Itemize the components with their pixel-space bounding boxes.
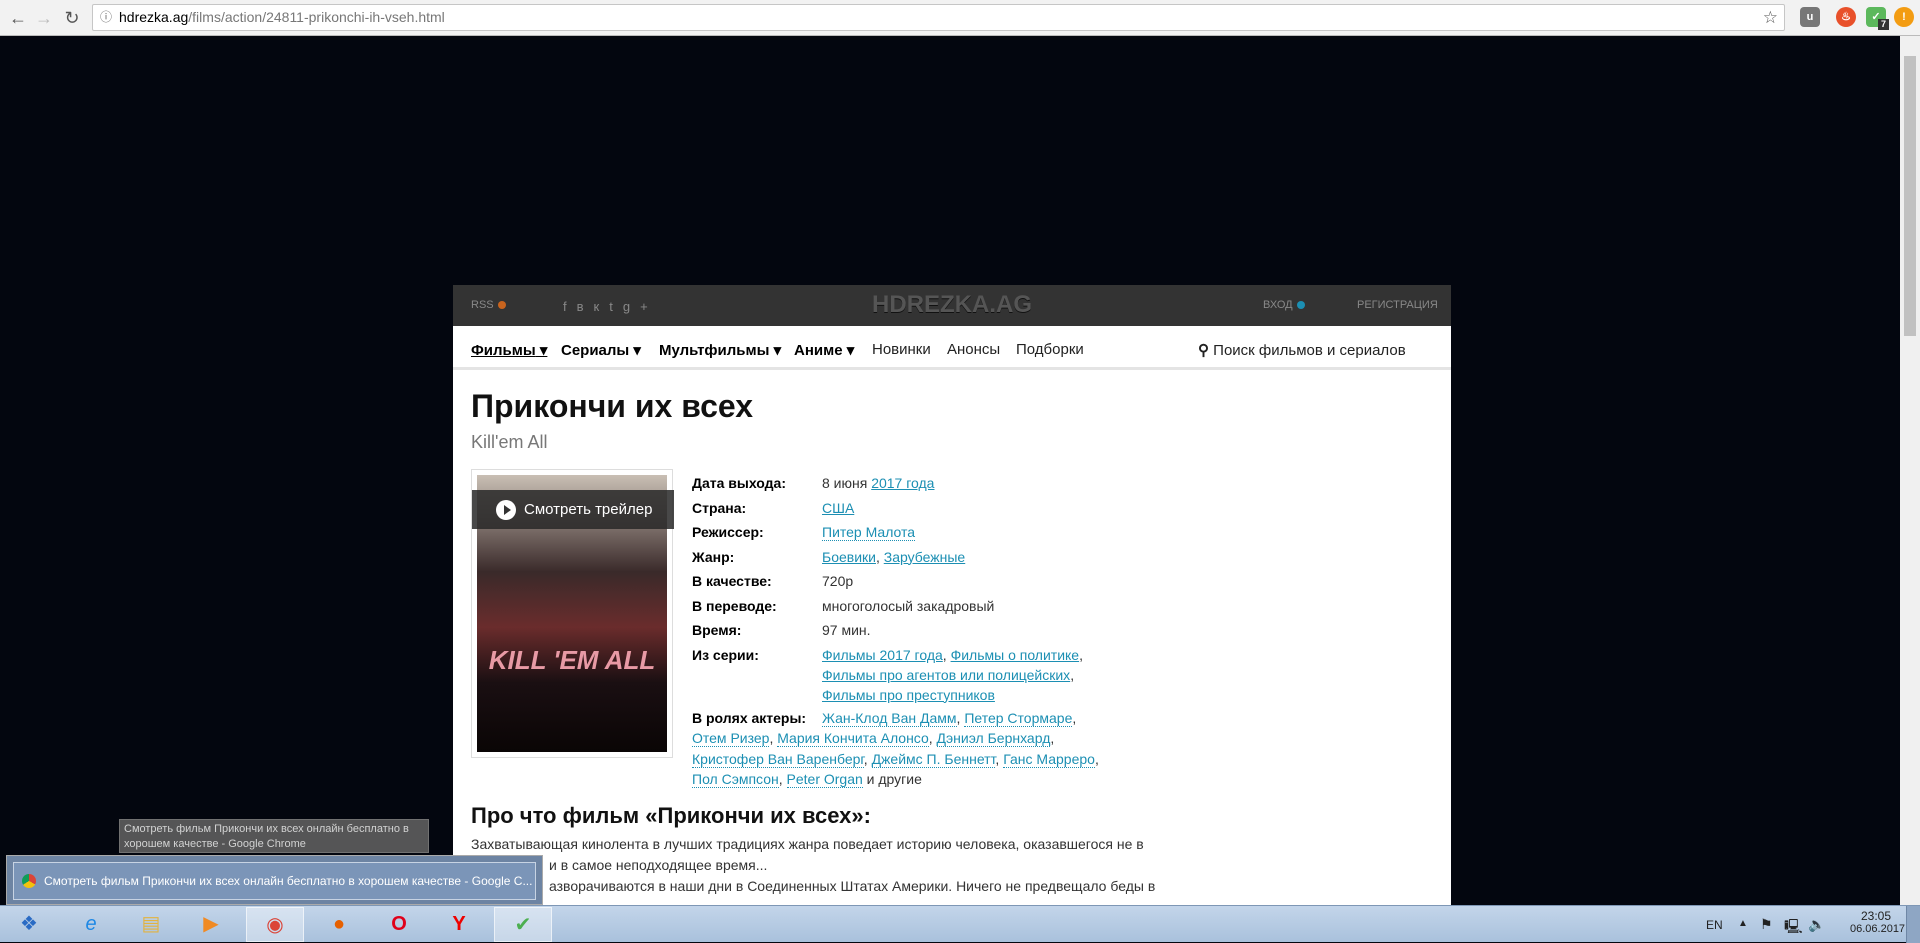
firefox-icon[interactable]: ● (310, 907, 368, 942)
volume-icon[interactable]: 🔈 (1808, 916, 1825, 933)
extension-badge: 7 (1878, 19, 1889, 30)
info-icon[interactable]: ⓘ (100, 5, 570, 30)
poster[interactable]: KILL 'EM ALL Смотреть трейлер (471, 469, 674, 758)
nav-cartoons[interactable]: Мультфильмы ▾ (659, 341, 781, 359)
film-info-table: Дата выхода: 8 июня 2017 года Страна: США … (692, 471, 1162, 790)
original-title: Kill'em All (471, 432, 548, 452)
login-link[interactable]: ВХОД (1263, 299, 1305, 311)
media-player-icon[interactable]: ▶ (182, 907, 240, 942)
actor-link[interactable]: Отем Ризер (692, 730, 770, 747)
forward-icon[interactable]: → (32, 6, 56, 30)
network-icon[interactable]: 🖳 (1784, 916, 1803, 940)
fire-extension-icon[interactable]: ♨ (1836, 7, 1856, 27)
nav-anime[interactable]: Аниме ▾ (794, 341, 854, 359)
genre-link[interactable]: Боевики (822, 549, 876, 565)
clock[interactable]: 23:05 06.06.2017 (1850, 909, 1905, 935)
file-explorer-icon[interactable]: ▤ (122, 907, 180, 942)
nav-films[interactable]: Фильмы ▾ (471, 341, 547, 359)
search-icon: ⚲ (1198, 342, 1209, 359)
watch-trailer-button[interactable]: Смотреть трейлер (472, 490, 674, 529)
info-row-series: Из серии: Фильмы 2017 года, Фильмы о поли… (692, 646, 1083, 703)
ublock-icon[interactable]: u (1800, 7, 1820, 27)
reload-icon[interactable]: ↻ (60, 6, 84, 30)
scrollbar-thumb[interactable] (1904, 56, 1916, 336)
actor-link[interactable]: Кристофер Ван Варенберг (692, 750, 864, 768)
show-desktop-button[interactable] (1906, 906, 1920, 943)
opera-icon[interactable]: O (370, 907, 428, 942)
info-row-translation: В переводе: многоголосый закадровый (692, 597, 995, 614)
info-row-country: Страна: США (692, 499, 855, 516)
info-row-duration: Время: 97 мин. (692, 622, 871, 638)
alert-extension-icon[interactable]: ! (1894, 7, 1914, 27)
language-indicator[interactable]: EN (1706, 918, 1723, 932)
actor-link[interactable]: Джеймс П. Беннетт (871, 750, 996, 768)
adguard-taskbar-icon[interactable]: ✔ (494, 907, 552, 942)
year-link[interactable]: 2017 года (871, 475, 934, 491)
login-icon (1296, 301, 1305, 310)
series-link[interactable]: Фильмы про агентов или полицейских (822, 667, 1070, 683)
actor-link[interactable]: Ганс Марреро (1003, 750, 1095, 768)
taskbar: ❖ e ▤ ▶ ◉ ● O Y ✔ EN ▲ ⚑ 🖳 🔈 23:05 06.06.… (0, 905, 1920, 943)
series-link[interactable]: Фильмы про преступников (822, 687, 995, 703)
nav-series[interactable]: Сериалы ▾ (561, 341, 641, 359)
info-row-release: Дата выхода: 8 июня 2017 года (692, 475, 935, 491)
chrome-icon (22, 874, 36, 888)
address-bar[interactable]: ⓘ hdrezka.ag/films/action/24811-prikonch… (92, 4, 1785, 31)
actor-link[interactable]: Жан-Клод Ван Дамм (822, 709, 957, 727)
taskbar-tooltip: Смотреть фильм Прикончи их всех онлайн б… (119, 819, 429, 853)
info-row-director: Режиссер: Питер Малота (692, 524, 916, 541)
description-line: и в самое неподходящее время... (549, 857, 768, 873)
star-icon[interactable]: ☆ (1763, 5, 1778, 30)
poster-logo-text: KILL 'EM ALL (488, 645, 656, 675)
actor-link[interactable]: Пол Сэмпсон (692, 771, 779, 788)
actor-link[interactable]: Peter Organ (786, 771, 863, 788)
page-title: Прикончи их всех (471, 388, 754, 424)
actor-link[interactable]: Петер Стормаре (964, 709, 1073, 727)
nav-new[interactable]: Новинки (872, 341, 931, 358)
page-scrollbar[interactable] (1900, 36, 1920, 905)
back-icon[interactable]: ← (6, 6, 30, 30)
nav-announcements[interactable]: Анонсы (947, 341, 1000, 358)
series-link[interactable]: Фильмы 2017 года (822, 647, 943, 663)
search-input[interactable]: ⚲ Поиск фильмов и сериалов (1198, 341, 1406, 359)
adguard-icon[interactable]: ✓ 7 (1866, 7, 1889, 30)
nav-collections[interactable]: Подборки (1016, 341, 1084, 358)
play-icon (496, 500, 516, 520)
action-center-flag-icon[interactable]: ⚑ (1760, 916, 1773, 933)
info-row-quality: В качестве: 720p (692, 573, 854, 589)
actor-link[interactable]: Дэниэл Бернхард (936, 730, 1051, 747)
register-link[interactable]: РЕГИСТРАЦИЯ (1357, 299, 1438, 311)
series-link[interactable]: Фильмы о политике (951, 647, 1080, 663)
info-row-genre: Жанр: Боевики, Зарубежные (692, 548, 966, 565)
browser-toolbar: ← → ↻ ⓘ hdrezka.ag/films/action/24811-pr… (0, 0, 1920, 36)
description-line: Захватывающая кинолента в лучших традици… (471, 836, 1144, 852)
actor-link[interactable]: Мария Кончита Алонсо (777, 730, 929, 747)
country-link[interactable]: США (822, 500, 854, 516)
about-heading: Про что фильм «Прикончи их всех»: (471, 803, 871, 828)
info-row-actors: В ролях актеры: Жан-Клод Ван Дамм, Петер … (692, 709, 1099, 788)
main-nav: Фильмы ▾ Сериалы ▾ Мультфильмы ▾ Аниме ▾… (453, 326, 1451, 370)
site-container: RSS fвкtg+ HDREZKA.AG ВХОД РЕГИСТРАЦИЯ Ф… (453, 285, 1451, 905)
internet-explorer-icon[interactable]: e (62, 907, 120, 942)
taskbar-window-preview[interactable]: Смотреть фильм Прикончи их всех онлайн б… (6, 855, 543, 905)
description-line: азворачиваются в наши дни в Соединенных … (549, 878, 1156, 894)
yandex-icon[interactable]: Y (430, 907, 488, 942)
chrome-taskbar-icon[interactable]: ◉ (246, 907, 304, 942)
genre-link[interactable]: Зарубежные (884, 549, 965, 565)
tray-expand-icon[interactable]: ▲ (1738, 918, 1748, 929)
start-button[interactable]: ❖ (0, 907, 58, 942)
site-header: RSS fвкtg+ HDREZKA.AG ВХОД РЕГИСТРАЦИЯ (453, 285, 1451, 326)
director-link[interactable]: Питер Малота (822, 524, 916, 541)
